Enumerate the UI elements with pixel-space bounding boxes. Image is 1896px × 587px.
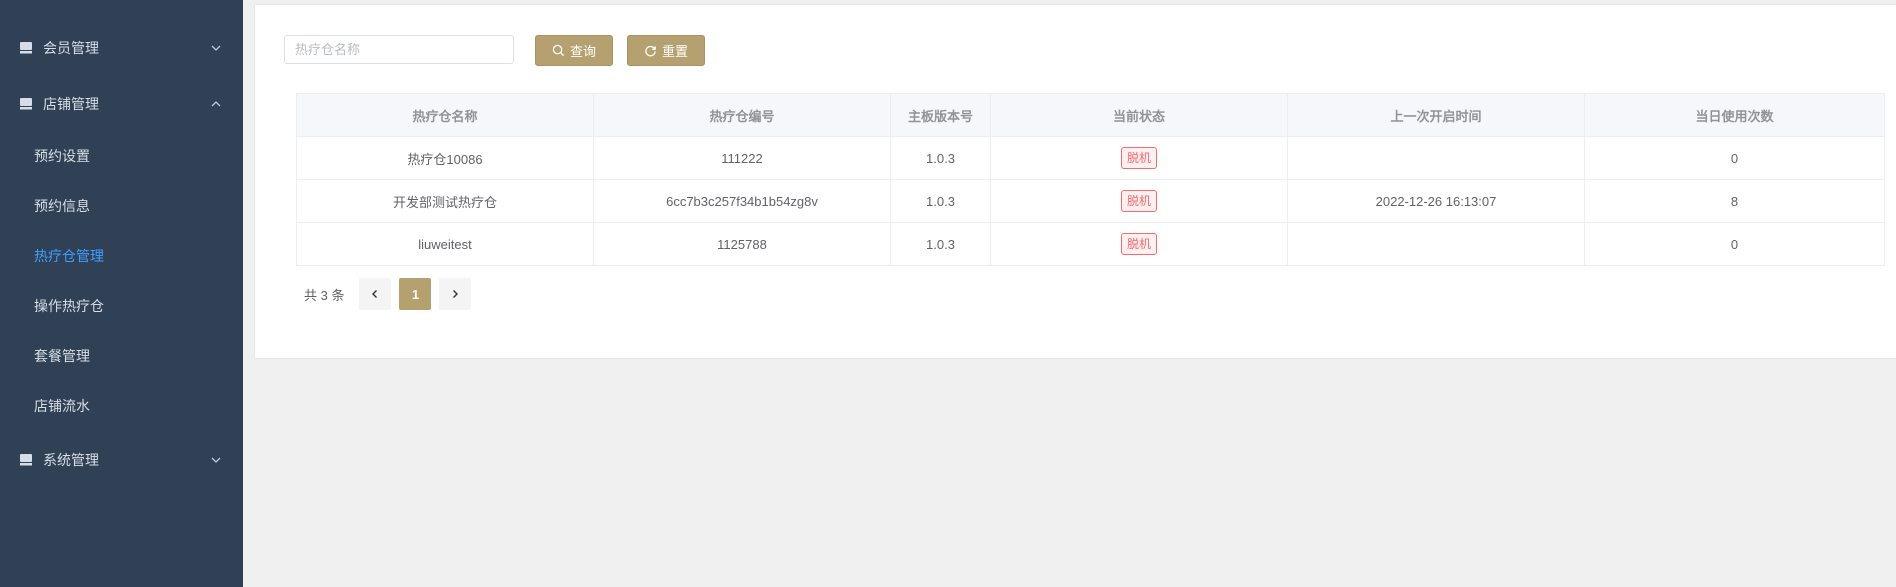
cell-last-open <box>1287 136 1585 180</box>
page-number-button[interactable]: 1 <box>399 278 432 310</box>
table-row[interactable]: liuweitest 1125788 1.0.3 脱机 0 <box>296 222 1885 266</box>
column-header-last-open[interactable]: 上一次开启时间 <box>1287 93 1585 137</box>
shop-icon <box>20 98 32 110</box>
reset-button-label: 重置 <box>661 44 688 59</box>
reset-button[interactable]: 重置 <box>627 35 705 66</box>
status-badge: 脱机 <box>1120 147 1157 169</box>
pagination: 共 3 条 1 <box>304 278 479 310</box>
cell-name: liuweitest <box>296 222 594 266</box>
cell-version: 1.0.3 <box>890 179 991 223</box>
search-icon <box>552 44 565 57</box>
cell-name: 开发部测试热疗仓 <box>296 179 594 223</box>
cell-version: 1.0.3 <box>890 222 991 266</box>
sidebar-item-label: 热疗仓管理 <box>34 248 104 264</box>
menu-group-shop[interactable]: 店铺管理 <box>0 76 243 132</box>
table-header-row: 热疗仓名称 热疗仓编号 主板版本号 当前状态 上一次开启时间 当日使用次数 <box>296 93 1885 137</box>
cell-status: 脱机 <box>990 222 1288 266</box>
shop-icon <box>20 42 32 54</box>
cell-version: 1.0.3 <box>890 136 991 180</box>
menu-group-system[interactable]: 系统管理 <box>0 432 243 488</box>
chevron-down-icon <box>211 457 221 463</box>
cell-code: 111222 <box>593 136 891 180</box>
chevron-left-icon <box>372 290 378 298</box>
content-card: 查询 重置 热疗仓名称 热疗仓编号 主板版本号 <box>254 4 1896 359</box>
sidebar-item-label: 店铺流水 <box>34 398 90 414</box>
shop-icon <box>20 454 32 466</box>
chevron-up-icon <box>211 101 221 107</box>
sidebar-item-operate-cabin[interactable]: 操作热疗仓 <box>0 281 243 331</box>
column-header-status[interactable]: 当前状态 <box>990 93 1288 137</box>
sidebar-item-label: 操作热疗仓 <box>34 298 104 314</box>
table-row[interactable]: 开发部测试热疗仓 6cc7b3c257f34b1b54zg8v 1.0.3 脱机… <box>296 179 1885 223</box>
table-row[interactable]: 热疗仓10086 111222 1.0.3 脱机 0 <box>296 136 1885 180</box>
cell-code: 1125788 <box>593 222 891 266</box>
prev-page-button[interactable] <box>359 278 392 310</box>
sidebar-item-label: 预约设置 <box>34 148 90 164</box>
cell-last-open: 2022-12-26 16:13:07 <box>1287 179 1585 223</box>
cell-uses-today: 0 <box>1584 136 1885 180</box>
column-header-code[interactable]: 热疗仓编号 <box>593 93 891 137</box>
cabin-table: 热疗仓名称 热疗仓编号 主板版本号 当前状态 上一次开启时间 当日使用次数 热疗… <box>296 93 1885 266</box>
refresh-icon <box>645 45 656 57</box>
cell-name: 热疗仓10086 <box>296 136 594 180</box>
cell-uses-today: 8 <box>1584 179 1885 223</box>
cabin-name-search-input[interactable] <box>284 35 514 64</box>
cell-status: 脱机 <box>990 136 1288 180</box>
column-header-name[interactable]: 热疗仓名称 <box>296 93 594 137</box>
menu-group-label: 系统管理 <box>43 452 99 468</box>
sidebar-item-package-management[interactable]: 套餐管理 <box>0 331 243 381</box>
sidebar-item-label: 套餐管理 <box>34 348 90 364</box>
chevron-right-icon <box>453 290 459 298</box>
cell-last-open <box>1287 222 1585 266</box>
chevron-down-icon <box>211 45 221 51</box>
cell-uses-today: 0 <box>1584 222 1885 266</box>
sidebar: 会员管理 店铺管理 预约设置 预约信息 热疗仓管理 操作热疗仓 套餐管理 店铺流… <box>0 0 243 587</box>
menu-group-label: 店铺管理 <box>43 96 99 112</box>
search-button[interactable]: 查询 <box>535 35 613 66</box>
sidebar-item-cabin-management[interactable]: 热疗仓管理 <box>0 231 243 281</box>
search-button-label: 查询 <box>569 44 596 59</box>
column-header-version[interactable]: 主板版本号 <box>890 93 991 137</box>
main-content: 查询 重置 热疗仓名称 热疗仓编号 主板版本号 <box>243 0 1896 587</box>
sidebar-item-label: 预约信息 <box>34 198 90 214</box>
cell-code: 6cc7b3c257f34b1b54zg8v <box>593 179 891 223</box>
sidebar-item-booking-info[interactable]: 预约信息 <box>0 181 243 231</box>
pagination-total: 共 3 条 <box>304 287 345 303</box>
menu-group-label: 会员管理 <box>43 40 99 56</box>
cell-status: 脱机 <box>990 179 1288 223</box>
menu-group-member[interactable]: 会员管理 <box>0 20 243 76</box>
column-header-uses-today[interactable]: 当日使用次数 <box>1584 93 1885 137</box>
status-badge: 脱机 <box>1120 190 1157 212</box>
sidebar-item-booking-settings[interactable]: 预约设置 <box>0 131 243 181</box>
sidebar-item-shop-transactions[interactable]: 店铺流水 <box>0 381 243 431</box>
app-root: 会员管理 店铺管理 预约设置 预约信息 热疗仓管理 操作热疗仓 套餐管理 店铺流… <box>0 0 1896 587</box>
next-page-button[interactable] <box>439 278 472 310</box>
status-badge: 脱机 <box>1120 233 1157 255</box>
